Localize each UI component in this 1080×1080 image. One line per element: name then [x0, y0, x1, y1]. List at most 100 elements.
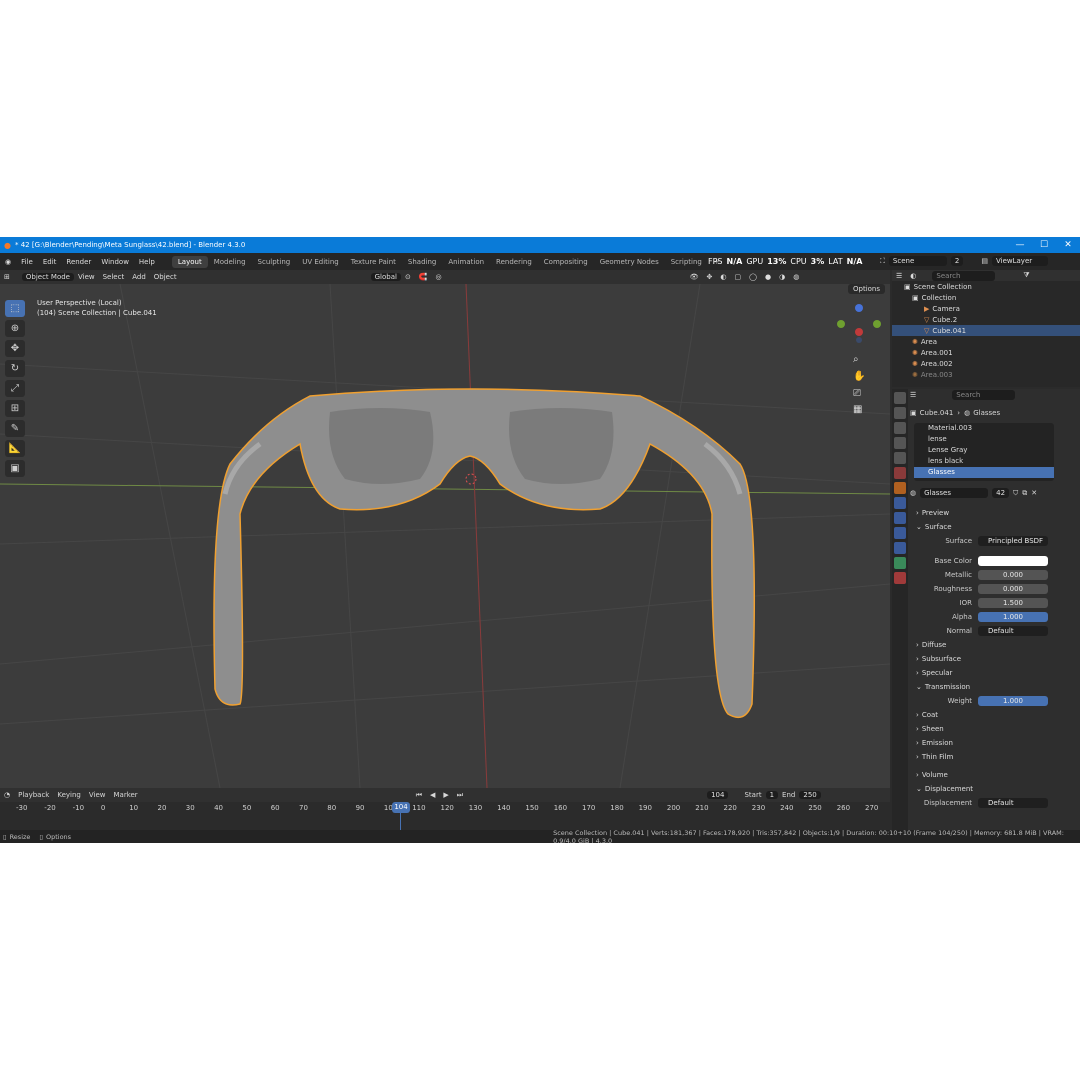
snap-icon[interactable]: 🧲 — [415, 273, 432, 281]
coat-section[interactable]: › Coat — [910, 708, 1080, 722]
duplicate-material-icon[interactable]: ⧉ — [1022, 489, 1027, 498]
material-slot[interactable]: lense — [914, 434, 1054, 445]
tab-texture-paint[interactable]: Texture Paint — [345, 256, 402, 268]
diffuse-section[interactable]: › Diffuse — [910, 638, 1080, 652]
material-slot[interactable]: Lense Gray — [914, 445, 1054, 456]
navigation-gizmo[interactable]: ⌕ ✋ ⎚ ▦ — [837, 304, 882, 424]
outliner-editor-icon[interactable]: ☰ — [892, 272, 906, 280]
select-menu[interactable]: Select — [99, 273, 129, 281]
tab-shading[interactable]: Shading — [402, 256, 442, 268]
surface-section[interactable]: ⌄ Surface — [910, 520, 1080, 534]
preview-section[interactable]: › Preview — [910, 506, 1080, 520]
material-slot[interactable]: Glasses — [914, 467, 1054, 478]
thin-film-section[interactable]: › Thin Film — [910, 750, 1080, 764]
menu-window[interactable]: Window — [96, 258, 134, 266]
viewlayer-field[interactable]: ViewLayer — [992, 256, 1048, 266]
move-tool[interactable]: ✥ — [5, 340, 25, 357]
annotate-tool[interactable]: ✎ — [5, 420, 25, 437]
tool-tab-icon[interactable] — [894, 392, 906, 404]
modifier-tab-icon[interactable] — [894, 497, 906, 509]
playback-menu[interactable]: Playback — [14, 791, 53, 799]
outliner-display-icon[interactable]: ◐ — [906, 272, 920, 280]
glasses-model[interactable] — [213, 388, 756, 719]
material-name-field[interactable]: Glasses — [920, 488, 989, 498]
transmission-section[interactable]: ⌄ Transmission — [910, 680, 1080, 694]
transform-tool[interactable]: ⊞ — [5, 400, 25, 417]
start-frame-field[interactable]: 1 — [765, 791, 779, 799]
close-icon[interactable]: ✕ — [1056, 237, 1080, 253]
jump-start-icon[interactable]: ⏮ — [412, 791, 426, 800]
scene-users-count[interactable]: 2 — [950, 256, 964, 266]
ior-field[interactable]: 1.500 — [978, 598, 1048, 608]
filter-icon[interactable]: ⧩ — [1023, 271, 1029, 280]
material-users-count[interactable]: 42 — [992, 488, 1010, 498]
data-tab-icon[interactable] — [894, 557, 906, 569]
marker-menu[interactable]: Marker — [109, 791, 141, 799]
material-slot-list[interactable]: Material.003 lense Lense Gray lens black… — [914, 423, 1054, 481]
tab-rendering[interactable]: Rendering — [490, 256, 538, 268]
current-frame-field[interactable]: 104 — [707, 791, 729, 799]
menu-edit[interactable]: Edit — [38, 258, 62, 266]
scale-tool[interactable]: ⤢ — [5, 380, 25, 397]
overlay-toggle-icon[interactable]: ◐ — [716, 273, 730, 281]
end-frame-field[interactable]: 250 — [799, 791, 821, 799]
material-slot[interactable]: Material.003 — [914, 423, 1054, 434]
xray-icon[interactable]: ▢ — [731, 273, 746, 281]
shading-material-icon[interactable]: ◑ — [775, 273, 789, 281]
pivot-icon[interactable]: ⊙ — [401, 273, 415, 281]
weight-field[interactable]: 1.000 — [978, 696, 1048, 706]
add-cube-tool[interactable]: ▣ — [5, 460, 25, 477]
timeline-view-menu[interactable]: View — [85, 791, 110, 799]
particles-tab-icon[interactable] — [894, 512, 906, 524]
tab-uv-editing[interactable]: UV Editing — [296, 256, 345, 268]
timeline-editor-icon[interactable]: ◔ — [0, 791, 14, 799]
properties-editor-icon[interactable]: ☰ — [910, 391, 916, 399]
material-tab-icon[interactable] — [894, 572, 906, 584]
roughness-field[interactable]: 0.000 — [978, 584, 1048, 594]
normal-field[interactable]: Default — [978, 626, 1048, 636]
scene-name-field[interactable]: Scene — [888, 256, 947, 266]
rotate-tool[interactable]: ↻ — [5, 360, 25, 377]
object-menu[interactable]: Object — [150, 273, 181, 281]
outliner-row-area001[interactable]: ✺ Area.001 — [892, 347, 1080, 358]
displacement-field[interactable]: Default — [978, 798, 1048, 808]
tab-sculpting[interactable]: Sculpting — [252, 256, 297, 268]
sheen-section[interactable]: › Sheen — [910, 722, 1080, 736]
shading-wireframe-icon[interactable]: ◯ — [745, 273, 761, 281]
gizmo-toggle-icon[interactable]: ✥ — [703, 273, 717, 281]
volume-section[interactable]: › Volume — [910, 768, 1080, 782]
view-layer-tab-icon[interactable] — [894, 437, 906, 449]
play-reverse-icon[interactable]: ◀ — [426, 791, 439, 799]
outliner-row-area002[interactable]: ✺ Area.002 — [892, 358, 1080, 369]
tab-geometry-nodes[interactable]: Geometry Nodes — [594, 256, 665, 268]
add-menu[interactable]: Add — [128, 273, 150, 281]
orientation-dropdown[interactable]: Global — [370, 273, 401, 281]
outliner-row-camera[interactable]: ▶ Camera — [892, 303, 1080, 314]
tab-compositing[interactable]: Compositing — [538, 256, 594, 268]
visibility-icon[interactable]: 👁 — [686, 273, 703, 281]
select-box-tool[interactable]: ⬚ — [5, 300, 25, 317]
object-tab-icon[interactable] — [894, 482, 906, 494]
outliner-row-cube2[interactable]: ▽ Cube.2 — [892, 314, 1080, 325]
outliner-row-scene-collection[interactable]: ▣ Scene Collection — [892, 281, 1080, 292]
tab-animation[interactable]: Animation — [442, 256, 490, 268]
base-color-swatch[interactable] — [978, 556, 1048, 566]
maximize-icon[interactable]: ☐ — [1032, 237, 1056, 253]
playhead[interactable]: 104 — [392, 802, 410, 813]
material-browse-icon[interactable]: ◍ — [910, 489, 916, 497]
subsurface-section[interactable]: › Subsurface — [910, 652, 1080, 666]
minimize-icon[interactable]: — — [1008, 237, 1032, 253]
fake-user-icon[interactable]: ⛉ — [1013, 489, 1018, 498]
menu-help[interactable]: Help — [134, 258, 160, 266]
keying-menu[interactable]: Keying — [53, 791, 85, 799]
unlink-material-icon[interactable]: ✕ — [1031, 489, 1037, 497]
3d-viewport[interactable]: User Perspective (Local) (104) Scene Col… — [0, 284, 890, 788]
properties-search[interactable]: Search — [952, 390, 1016, 400]
world-tab-icon[interactable] — [894, 467, 906, 479]
outliner-row-area003[interactable]: ✺ Area.003 — [892, 369, 1080, 380]
metallic-field[interactable]: 0.000 — [978, 570, 1048, 580]
emission-section[interactable]: › Emission — [910, 736, 1080, 750]
material-slot[interactable]: lens black — [914, 456, 1054, 467]
frame-ruler[interactable]: -30 -20 -10 0 10 20 30 40 50 60 70 80 90 100 110 120 130… — [0, 804, 890, 816]
mode-dropdown[interactable]: Object Mode — [21, 273, 74, 281]
